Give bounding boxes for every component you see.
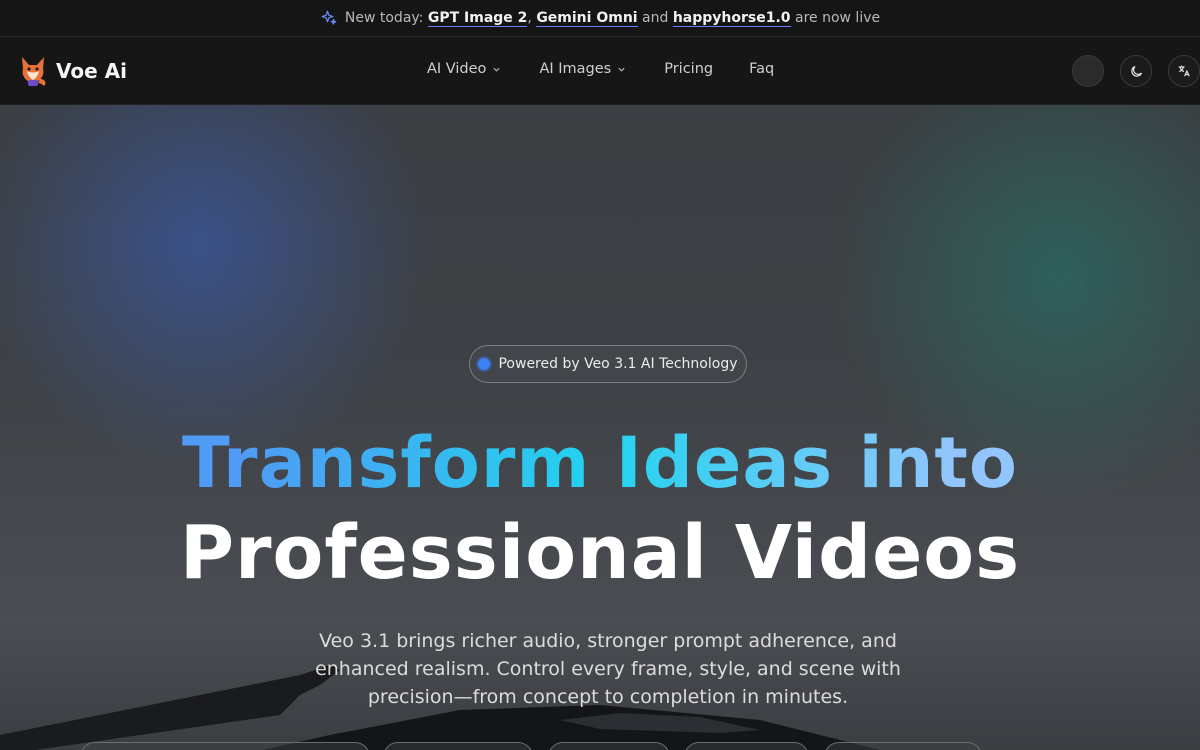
announcement-separator: , [527,10,537,26]
hero-action-pill[interactable] [80,742,370,750]
translate-icon [1178,65,1190,77]
nav-item-label: Faq [749,61,775,77]
brand-name: Voe Ai [56,59,127,83]
nav-item-faq[interactable]: Faq [749,61,774,77]
nav-item-ai-video[interactable]: AI Video [427,61,501,77]
hero-action-pill[interactable] [684,742,809,750]
chevron-down-icon [618,67,625,72]
announcement-bar: New today: GPT Image 2 , Gemini Omni and… [0,0,1200,37]
announcement-link-gemini-omni[interactable]: Gemini Omni [536,10,638,27]
hero-action-pill[interactable] [383,742,533,750]
announcement-separator: and [637,10,673,26]
theme-toggle-button[interactable] [1120,55,1152,87]
hero-section: Powered by Veo 3.1 AI Technology Transfo… [0,105,1200,750]
sparkle-icon [320,9,338,27]
hero-headline-line-1: Transform Ideas into [0,423,1200,503]
status-dot-icon [478,358,491,370]
nav-item-ai-images[interactable]: AI Images [539,61,626,77]
brand-link[interactable]: Voe Ai [18,55,127,87]
announcement-link-gpt-image[interactable]: GPT Image 2 [427,10,528,27]
nav-item-label: AI Video [427,61,487,77]
user-avatar-button[interactable] [1072,55,1104,87]
fox-logo-icon [18,55,48,87]
hero-subtitle: Veo 3.1 brings richer audio, stronger pr… [315,630,901,708]
top-navigation: Voe Ai AI Video AI Images Pricing Faq [0,37,1200,105]
announcement-prefix: New today: [344,10,428,26]
badge-label: Powered by Veo 3.1 AI Technology [498,356,738,372]
chevron-down-icon [493,67,501,72]
hero-action-pill[interactable] [824,742,982,750]
nav-item-label: AI Images [539,61,612,77]
nav-item-pricing[interactable]: Pricing [664,61,713,77]
main-menu: AI Video AI Images Pricing Faq [427,61,774,77]
language-button[interactable] [1168,55,1200,87]
moon-icon [1130,65,1142,77]
hero-headline-line-2: Professional Videos [179,510,1021,596]
announcement-link-happyhorse[interactable]: happyhorse1.0 [672,10,791,27]
technology-badge: Powered by Veo 3.1 AI Technology [469,345,747,383]
announcement-suffix: are now live [790,10,881,26]
hero-action-pill[interactable] [548,742,670,750]
nav-item-label: Pricing [664,61,714,77]
